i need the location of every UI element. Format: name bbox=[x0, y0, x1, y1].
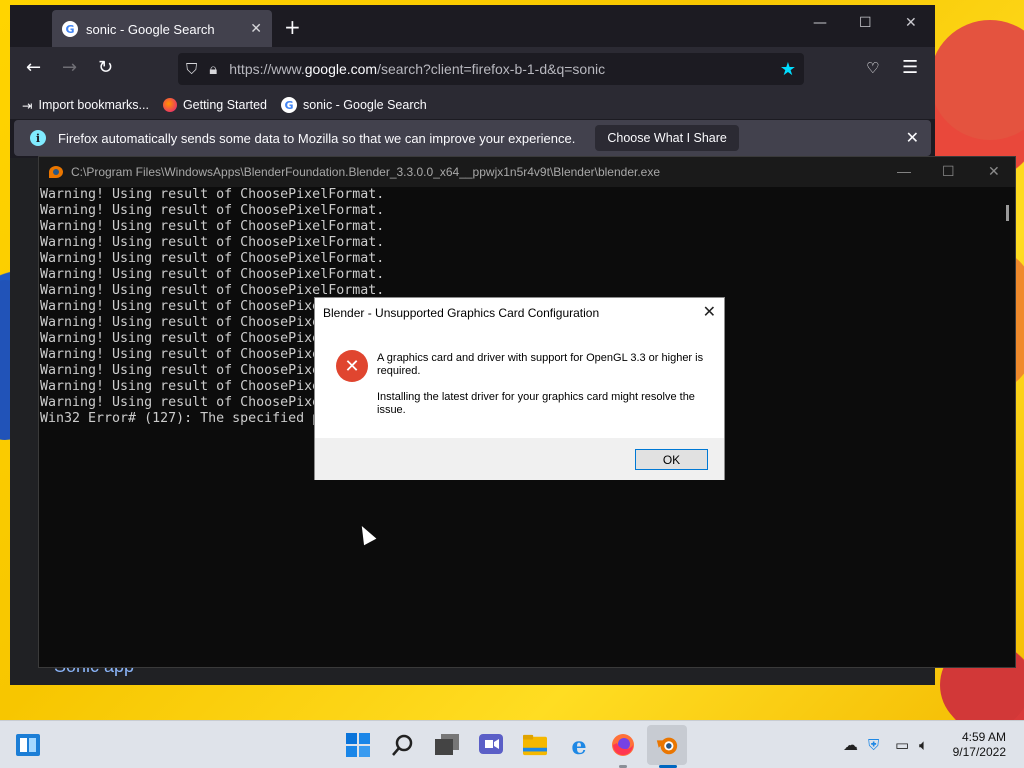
reload-icon[interactable]: ↻ bbox=[98, 57, 113, 78]
onedrive-icon[interactable]: ☁ bbox=[843, 736, 858, 754]
bookmark-label: Import bookmarks... bbox=[38, 98, 149, 112]
maximize-icon[interactable]: ☐ bbox=[859, 15, 872, 31]
file-explorer-icon[interactable] bbox=[523, 733, 547, 757]
console-line: Warning! Using result of ChoosePixelForm… bbox=[40, 267, 385, 282]
time: 4:59 AM bbox=[961, 730, 1006, 744]
navigation-toolbar: ← → ↻ ⛉ 🔒︎ https://www.google.com/search… bbox=[10, 47, 935, 91]
url-prefix: https://www. bbox=[229, 61, 305, 77]
bookmark-star-icon[interactable]: ★ bbox=[780, 59, 796, 80]
error-icon: ✕ bbox=[336, 350, 368, 382]
pocket-icon[interactable]: ♡ bbox=[866, 59, 879, 77]
taskbar: e ☁ ⛨ ▭ 🔈︎ 4:59 AM 9/17/2022 bbox=[0, 720, 1024, 768]
console-title: C:\Program Files\WindowsApps\BlenderFoun… bbox=[71, 165, 661, 179]
minimize-icon[interactable]: — bbox=[897, 163, 911, 179]
shield-icon[interactable]: ⛉ bbox=[186, 60, 197, 78]
close-tab-icon[interactable]: ✕ bbox=[250, 21, 262, 37]
task-view-icon[interactable] bbox=[435, 733, 459, 757]
firefox-icon[interactable] bbox=[611, 733, 635, 757]
google-icon: G bbox=[62, 21, 78, 37]
maximize-icon[interactable]: ☐ bbox=[942, 163, 955, 180]
url-domain: google.com bbox=[304, 61, 378, 77]
date: 9/17/2022 bbox=[952, 745, 1006, 759]
dialog-title: Blender - Unsupported Graphics Card Conf… bbox=[323, 306, 600, 320]
console-line: Warning! Using result of ChoosePixelForm… bbox=[40, 187, 385, 202]
firefox-icon bbox=[162, 98, 177, 112]
tab-title: sonic - Google Search bbox=[86, 21, 215, 37]
forward-icon[interactable]: → bbox=[62, 57, 77, 78]
blender-icon[interactable] bbox=[655, 733, 679, 757]
console-line: Warning! Using result of ChoosePixelForm… bbox=[40, 219, 385, 234]
dialog-message-hint: Installing the latest driver for your gr… bbox=[377, 391, 695, 416]
notification-message: Firefox automatically sends some data to… bbox=[58, 130, 576, 146]
close-window-icon[interactable]: ✕ bbox=[905, 15, 917, 31]
bookmark-sonic[interactable]: Gsonic - Google Search bbox=[281, 97, 427, 113]
url-text[interactable]: https://www.google.com/search?client=fir… bbox=[229, 61, 780, 77]
console-title-bar: C:\Program Files\WindowsApps\BlenderFoun… bbox=[39, 157, 1015, 187]
console-line: Warning! Using result of ChoosePixelForm… bbox=[40, 203, 385, 218]
google-icon: G bbox=[281, 97, 298, 113]
security-icon[interactable]: ⛨ bbox=[868, 736, 879, 754]
close-dialog-icon[interactable]: ✕ bbox=[703, 302, 716, 322]
bookmark-import[interactable]: ⇥ Import bookmarks... bbox=[22, 98, 149, 113]
info-icon: i bbox=[30, 130, 46, 146]
wallpaper-shape bbox=[930, 20, 1024, 140]
volume-icon[interactable]: 🔈︎ bbox=[919, 736, 928, 754]
network-icon[interactable]: ▭ bbox=[895, 736, 909, 754]
blender-icon bbox=[49, 166, 63, 178]
minimize-icon[interactable]: — bbox=[813, 15, 827, 31]
search-icon[interactable] bbox=[391, 733, 415, 757]
console-line: Warning! Using result of ChoosePixelForm… bbox=[40, 251, 385, 266]
clock[interactable]: 4:59 AM 9/17/2022 bbox=[953, 730, 1006, 760]
chat-icon[interactable] bbox=[479, 733, 503, 757]
dialog-message: A graphics card and driver with support … bbox=[377, 352, 704, 377]
close-window-icon[interactable]: ✕ bbox=[988, 163, 1000, 180]
back-icon[interactable]: ← bbox=[26, 57, 41, 78]
widgets-icon[interactable] bbox=[16, 733, 40, 757]
console-line: Warning! Using result of ChoosePixelForm… bbox=[40, 235, 385, 250]
bookmarks-toolbar: ⇥ Import bookmarks... Getting Started Gso… bbox=[10, 91, 935, 119]
url-bar[interactable]: ⛉ 🔒︎ https://www.google.com/search?clien… bbox=[178, 53, 804, 85]
lock-icon[interactable]: 🔒︎ bbox=[209, 60, 217, 78]
url-path: /search?client=firefox-b-1-d&q=sonic bbox=[377, 61, 606, 77]
bookmark-label: sonic - Google Search bbox=[303, 98, 427, 112]
close-notification-icon[interactable]: ✕ bbox=[906, 128, 919, 148]
scrollbar-thumb[interactable] bbox=[1006, 205, 1009, 221]
ok-button[interactable]: OK bbox=[635, 449, 708, 470]
notification-bar: i Firefox automatically sends some data … bbox=[14, 120, 931, 156]
new-tab-icon[interactable]: + bbox=[284, 15, 301, 39]
menu-icon[interactable]: ☰ bbox=[902, 57, 918, 78]
start-icon[interactable] bbox=[346, 733, 370, 757]
choose-what-i-share-button[interactable]: Choose What I Share bbox=[595, 125, 739, 151]
edge-legacy-icon[interactable]: e bbox=[567, 731, 591, 760]
import-icon: ⇥ bbox=[22, 98, 33, 113]
bookmark-getting-started[interactable]: Getting Started bbox=[162, 98, 268, 112]
tab-bar: G sonic - Google Search ✕ + — ☐ ✕ bbox=[10, 5, 935, 48]
dialog-footer: OK bbox=[315, 438, 724, 480]
error-dialog: Blender - Unsupported Graphics Card Conf… bbox=[314, 297, 725, 480]
browser-tab[interactable]: G sonic - Google Search ✕ bbox=[52, 10, 272, 48]
bookmark-label: Getting Started bbox=[182, 98, 268, 112]
